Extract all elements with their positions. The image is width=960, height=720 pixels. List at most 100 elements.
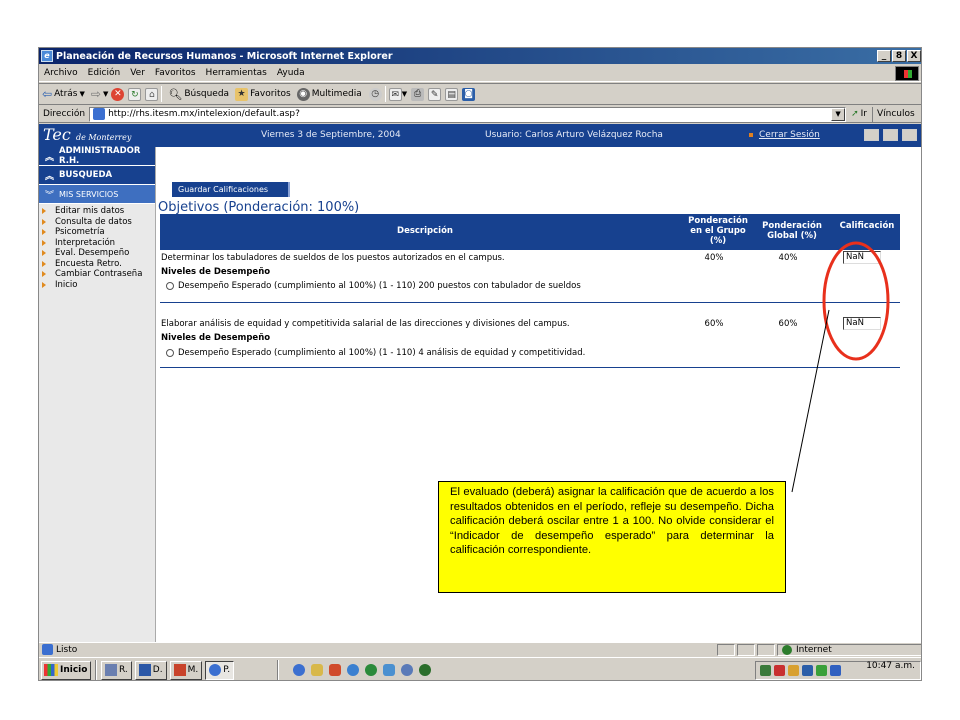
sitemap-icon[interactable] <box>864 129 879 141</box>
history-icon[interactable]: ◷ <box>368 87 382 101</box>
refresh-icon[interactable] <box>383 664 396 676</box>
sidebar-item-eval-desempeno[interactable]: Eval. Desempeño <box>39 248 155 259</box>
header-global-line1: Ponderación <box>762 221 822 231</box>
edit-icon[interactable]: ✎ <box>428 87 442 101</box>
word-icon <box>138 664 151 676</box>
search-icon: 🔍︎ <box>168 87 183 101</box>
header-global-weight: Ponderación Global (%) <box>752 221 832 241</box>
menu-ver[interactable]: Ver <box>125 68 150 78</box>
powerpoint-icon <box>173 664 186 676</box>
sidebar-section-mis-servicios[interactable]: ︾ MIS SERVICIOS <box>39 185 155 204</box>
taskbar-item-m[interactable]: M. <box>169 660 203 680</box>
menu-bar: Archivo Edición Ver Favoritos Herramient… <box>39 65 921 82</box>
chevron-up-icon: ︽ <box>45 171 55 182</box>
forward-button[interactable]: ⇨ ▼ <box>88 87 111 101</box>
performance-option[interactable]: Desempeño Esperado (cumplimiento al 100%… <box>166 348 585 358</box>
sidebar-item-label: Inicio <box>55 279 78 290</box>
discuss-icon[interactable]: ▤ <box>445 87 459 101</box>
mail-icon[interactable]: ✉ <box>388 87 402 101</box>
sidebar-section-busqueda[interactable]: ︽ BUSQUEDA <box>39 166 155 185</box>
antivirus-icon[interactable] <box>774 665 785 676</box>
sidebar-item-editar-datos[interactable]: Editar mis datos <box>39 206 155 217</box>
clock-icon[interactable] <box>347 664 360 676</box>
stop-icon[interactable]: ✕ <box>111 87 125 101</box>
clock: 10:47 a.m. <box>866 661 915 671</box>
status-icon[interactable] <box>816 665 827 676</box>
taskbar-item-p[interactable]: P. <box>205 660 235 680</box>
globe-icon <box>782 644 792 655</box>
taskbar-item-r[interactable]: R. <box>101 660 132 680</box>
back-button[interactable]: ⇦ Atrás ▼ <box>39 87 88 101</box>
sidebar-item-inicio[interactable]: Inicio <box>39 280 155 291</box>
sidebar-list: Editar mis datos Consulta de datos Psico… <box>39 204 155 290</box>
page-status-icon <box>42 644 53 655</box>
taskbar-item-label: D. <box>152 665 163 675</box>
home-icon[interactable]: ⌂ <box>145 87 159 101</box>
menu-favoritos[interactable]: Favoritos <box>150 68 201 78</box>
header-user: Usuario: Carlos Arturo Velázquez Rocha <box>485 130 663 140</box>
ie-icon[interactable] <box>293 664 306 676</box>
score-input[interactable]: NaN <box>843 317 881 330</box>
sidebar-item-cambiar-contrasena[interactable]: Cambiar Contraseña <box>39 269 155 280</box>
toolbar-separator <box>384 86 386 102</box>
radio-button[interactable] <box>166 282 174 290</box>
volume-icon[interactable] <box>788 665 799 676</box>
sidebar-item-encuesta[interactable]: Encuesta Retro. <box>39 259 155 270</box>
search-button[interactable]: 🔍︎ Búsqueda <box>165 88 232 101</box>
sidebar-section-label: MIS SERVICIOS <box>59 189 119 199</box>
menu-edicion[interactable]: Edición <box>83 68 126 78</box>
help-icon[interactable] <box>902 129 917 141</box>
menu-herramientas[interactable]: Herramientas <box>201 68 272 78</box>
multimedia-icon: ◉ <box>296 87 310 101</box>
score-input[interactable]: NaN <box>843 251 881 264</box>
links-button[interactable]: Vínculos <box>871 106 919 122</box>
back-label: Atrás <box>54 89 78 99</box>
refresh-icon[interactable]: ↻ <box>128 87 142 101</box>
outlook-icon[interactable] <box>311 664 324 676</box>
minimize-button[interactable]: _ <box>877 50 891 62</box>
menu-ayuda[interactable]: Ayuda <box>272 68 310 78</box>
performance-option[interactable]: Desempeño Esperado (cumplimiento al 100%… <box>166 281 581 291</box>
zone-label: Internet <box>796 644 832 655</box>
sidebar-section-admin[interactable]: ︽ ADMINISTRADOR R.H. <box>39 146 155 166</box>
go-button[interactable]: ➚ Ir <box>846 109 872 119</box>
sidebar-item-consulta-datos[interactable]: Consulta de datos <box>39 217 155 228</box>
back-arrow-icon: ⇦ <box>42 87 53 101</box>
radio-button[interactable] <box>166 349 174 357</box>
sidebar-item-interpretacion[interactable]: Interpretación <box>39 238 155 249</box>
print-icon[interactable]: ⎙ <box>411 87 425 101</box>
address-dropdown-icon[interactable]: ▼ <box>831 107 846 121</box>
bullet-icon <box>42 239 46 246</box>
multimedia-button[interactable]: ◉ Multimedia <box>294 87 365 101</box>
row-divider <box>160 367 900 368</box>
taskbar-separator <box>277 660 280 680</box>
browser-icon[interactable] <box>401 664 414 676</box>
windows-logo-icon <box>895 66 919 81</box>
logout-link[interactable]: Cerrar Sesión <box>749 130 820 140</box>
close-button[interactable]: X <box>907 50 921 62</box>
save-grades-button[interactable]: Guardar Calificaciones <box>172 182 290 197</box>
page-icon <box>93 108 106 120</box>
messenger-icon[interactable]: ◙ <box>462 87 476 101</box>
security-zone: Internet <box>777 643 921 656</box>
taskbar-item-d[interactable]: D. <box>134 660 167 680</box>
sidebar-item-psicometria[interactable]: Psicometría <box>39 227 155 238</box>
player-icon[interactable] <box>419 664 432 676</box>
header-icons <box>864 129 917 141</box>
window-icon[interactable] <box>883 129 898 141</box>
tec-logo: Tec de Monterrey <box>43 125 131 144</box>
network-icon[interactable] <box>760 665 771 676</box>
status-cell <box>717 643 735 656</box>
favorites-label: Favoritos <box>250 89 291 99</box>
start-button[interactable]: Inicio <box>41 660 91 680</box>
menu-archivo[interactable]: Archivo <box>39 68 83 78</box>
address-input[interactable]: http://rhs.itesm.mx/intelexion/default.a… <box>89 106 847 122</box>
media-icon[interactable] <box>365 664 378 676</box>
favorites-button[interactable]: ★ Favoritos <box>232 87 294 101</box>
taskbar-item-label: R. <box>119 665 128 675</box>
maximize-button[interactable]: 8 <box>892 50 906 62</box>
messenger-icon[interactable] <box>802 665 813 676</box>
connection-icon[interactable] <box>830 665 841 676</box>
address-url[interactable]: http://rhs.itesm.mx/intelexion/default.a… <box>108 109 831 119</box>
office-icon[interactable] <box>329 664 342 676</box>
